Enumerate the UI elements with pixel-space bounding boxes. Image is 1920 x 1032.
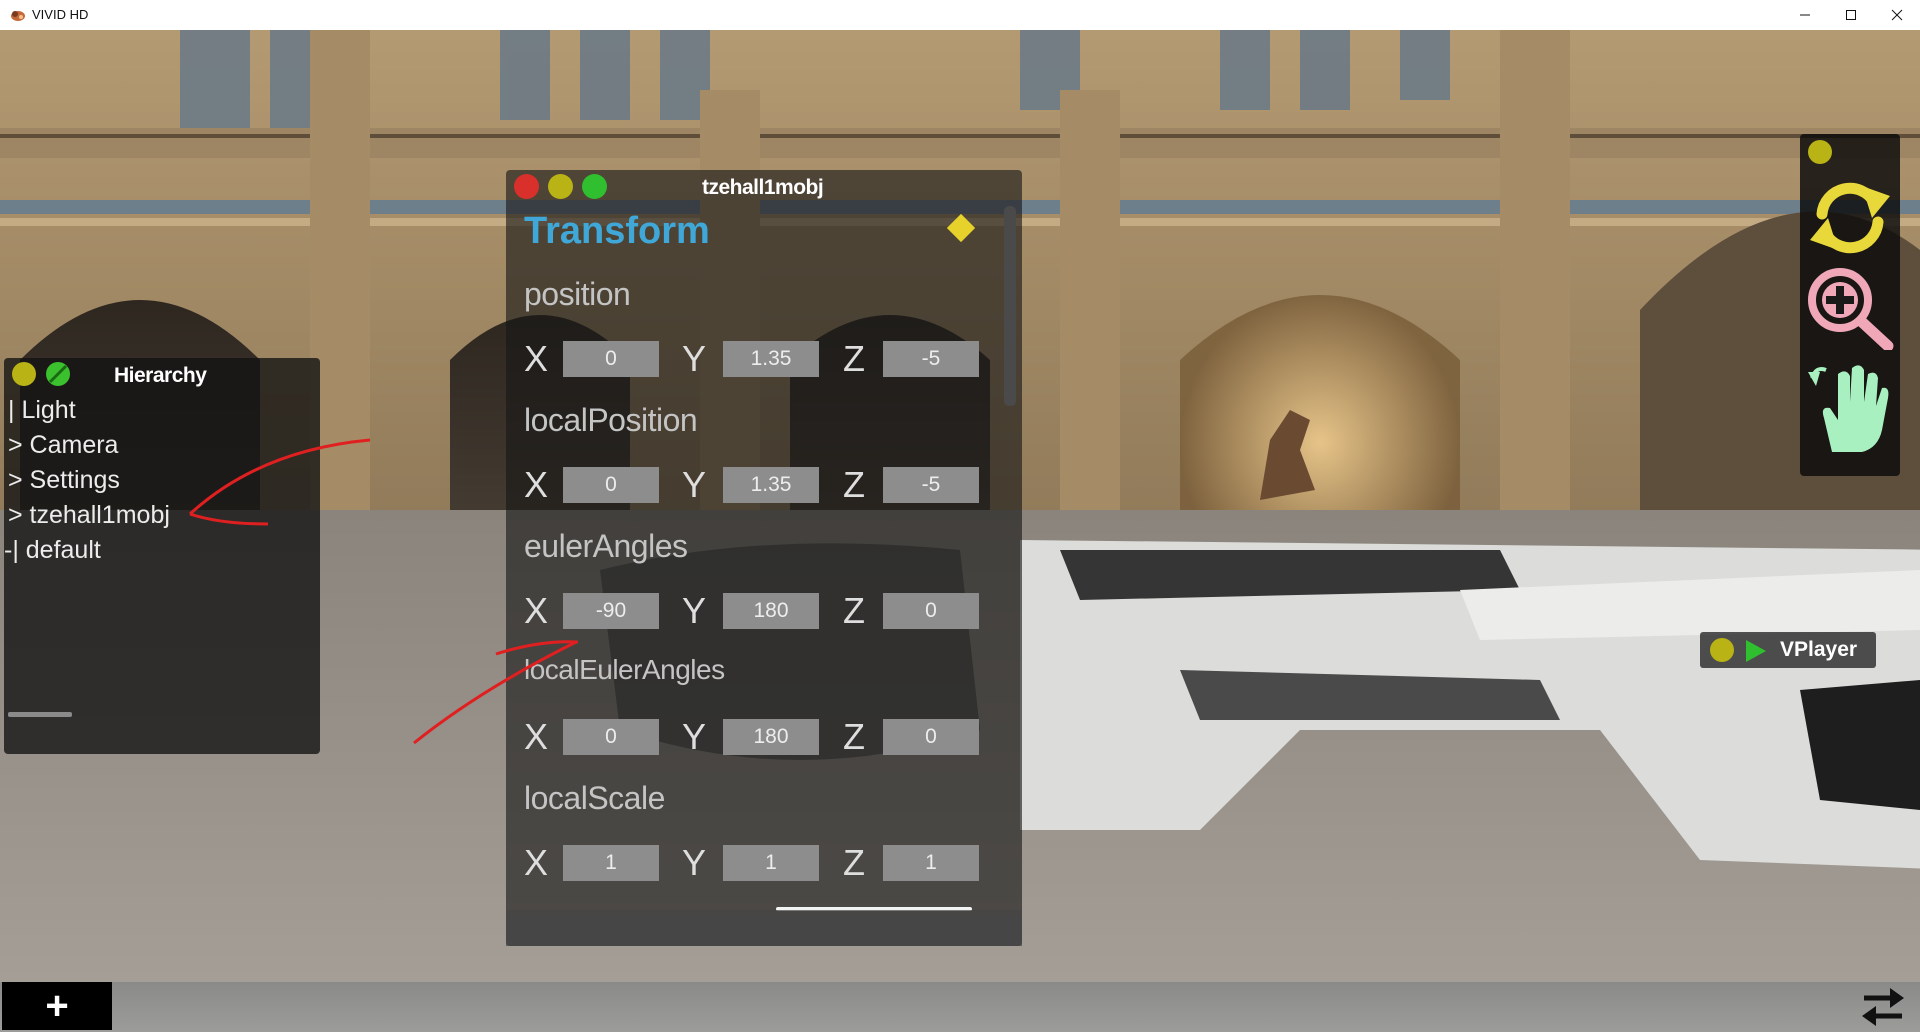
rotate-icon[interactable] (1802, 174, 1898, 258)
hierarchy-scrollbar[interactable] (8, 712, 72, 717)
euler-angles-label: eulerAngles (524, 528, 688, 564)
axis-z-label: Z (843, 464, 865, 505)
position-z-field[interactable] (883, 341, 979, 377)
axis-y-label: Y (682, 842, 707, 883)
axis-z-label: Z (843, 590, 865, 631)
close-dot-button[interactable] (514, 174, 539, 199)
play-icon[interactable] (1742, 638, 1768, 664)
local-scale-x-field[interactable] (563, 845, 659, 881)
axis-x-label: X (524, 464, 549, 505)
vplayer-label: VPlayer (1780, 638, 1858, 661)
axis-x-label: X (524, 716, 549, 757)
axis-y-label: Y (682, 338, 707, 379)
minimize-icon (1800, 14, 1810, 16)
hierarchy-panel: Hierarchy | Light > Camera > Settings > … (4, 358, 320, 754)
position-x-field[interactable] (563, 341, 659, 377)
axis-x-label: X (524, 590, 549, 631)
maximize-dot-button[interactable] (582, 174, 607, 199)
axis-x-label: X (524, 338, 549, 379)
local-scale-label: localScale (524, 780, 665, 816)
axis-y-label: Y (682, 590, 707, 631)
tools-minimize-dot-button[interactable] (1808, 140, 1832, 164)
hierarchy-item-camera[interactable]: > Camera (8, 431, 118, 460)
swap-button[interactable] (1858, 984, 1908, 1028)
hierarchy-item-default[interactable]: -| default (4, 536, 101, 565)
inspector-title: tzehall1mobj (702, 176, 824, 199)
zoom-in-icon[interactable] (1802, 262, 1898, 350)
stripe-icon (48, 364, 68, 384)
local-position-y-field[interactable] (723, 467, 819, 503)
window-titlebar: VIVID HD (0, 0, 1920, 31)
hierarchy-item-tzehall1mobj[interactable]: > tzehall1mobj (8, 501, 170, 530)
window-title: VIVID HD (32, 7, 89, 22)
vplayer-panel: VPlayer (1700, 632, 1876, 668)
maximize-button[interactable] (1828, 0, 1874, 30)
hierarchy-item-settings[interactable]: > Settings (8, 466, 120, 495)
inspector-footer (506, 910, 1022, 946)
add-icon: + (45, 984, 69, 1028)
keyframe-diamond-icon[interactable] (946, 213, 976, 243)
maximize-icon (1846, 10, 1856, 20)
axis-x-label: X (524, 842, 549, 883)
vplayer-dot-button[interactable] (1710, 638, 1734, 662)
local-scale-y-field[interactable] (723, 845, 819, 881)
position-y-field[interactable] (723, 341, 819, 377)
axis-z-label: Z (843, 338, 865, 379)
position-label: position (524, 276, 631, 312)
euler-angles-z-field[interactable] (883, 593, 979, 629)
local-euler-angles-y-field[interactable] (723, 719, 819, 755)
axis-z-label: Z (843, 842, 865, 883)
local-position-z-field[interactable] (883, 467, 979, 503)
hand-pan-icon[interactable] (1802, 358, 1898, 454)
inspector-panel: tzehall1mobj Transform position X Y Z lo… (506, 170, 1022, 946)
euler-angles-x-field[interactable] (563, 593, 659, 629)
close-icon (1891, 9, 1903, 21)
swap-arrows-icon (1862, 988, 1904, 1026)
local-scale-z-field[interactable] (883, 845, 979, 881)
axis-z-label: Z (843, 716, 865, 757)
app-icon (11, 11, 25, 21)
transform-section-title: Transform (524, 210, 710, 252)
local-position-x-field[interactable] (563, 467, 659, 503)
local-euler-angles-z-field[interactable] (883, 719, 979, 755)
axis-y-label: Y (682, 464, 707, 505)
hierarchy-item-light[interactable]: | Light (8, 396, 76, 425)
local-position-label: localPosition (524, 402, 698, 438)
collapse-dot-button[interactable] (46, 362, 70, 386)
euler-angles-y-field[interactable] (723, 593, 819, 629)
close-button[interactable] (1874, 0, 1920, 30)
navigation-tools-panel (1800, 134, 1900, 476)
add-button[interactable]: + (2, 982, 112, 1030)
bottom-toolbar (0, 982, 1920, 1032)
local-euler-angles-label: localEulerAngles (524, 654, 725, 685)
minimize-dot-button[interactable] (12, 362, 36, 386)
hierarchy-title: Hierarchy (114, 364, 207, 387)
inspector-scrollbar[interactable] (1004, 206, 1016, 406)
minimize-dot-button[interactable] (548, 174, 573, 199)
local-euler-angles-x-field[interactable] (563, 719, 659, 755)
minimize-button[interactable] (1782, 0, 1828, 30)
axis-y-label: Y (682, 716, 707, 757)
